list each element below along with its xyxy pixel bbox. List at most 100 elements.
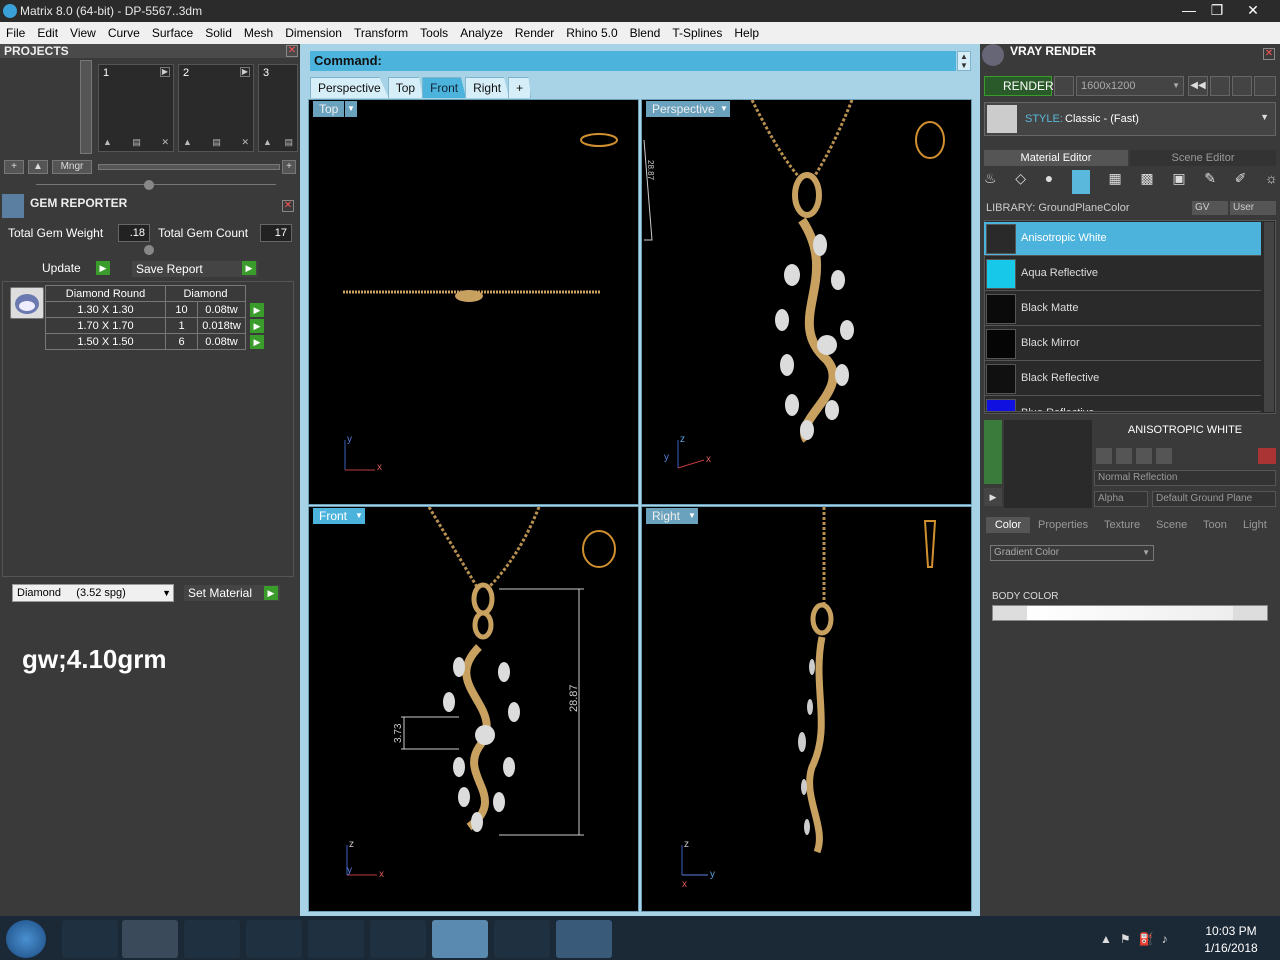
viewport-perspective[interactable]: Perspective ▼ 28.87 z x y xyxy=(641,99,972,505)
play-icon[interactable]: ▶ xyxy=(160,67,170,77)
material-item[interactable]: Anisotropic White xyxy=(984,222,1261,256)
splitter-handle[interactable] xyxy=(144,245,154,255)
tab-color[interactable]: Color xyxy=(986,517,1030,533)
ground-plane-toggle[interactable]: Default Ground Plane xyxy=(1152,491,1276,507)
material-item[interactable]: Blue Reflective xyxy=(984,397,1261,412)
menu-edit[interactable]: Edit xyxy=(31,22,64,44)
menu-tools[interactable]: Tools xyxy=(414,22,454,44)
command-bar[interactable]: Command: xyxy=(310,51,956,71)
maximize-button[interactable]: ❐ xyxy=(1202,0,1232,20)
upload-icon[interactable]: ▲ xyxy=(183,137,192,149)
texture-icon[interactable]: ▩ xyxy=(1140,170,1153,194)
viewport-top[interactable]: Top ▼ y x xyxy=(308,99,639,505)
menu-analyze[interactable]: Analyze xyxy=(454,22,509,44)
menu-blend[interactable]: Blend xyxy=(624,22,667,44)
add-slot-button[interactable]: + xyxy=(282,160,296,174)
firefox-icon[interactable] xyxy=(246,920,302,958)
upload-icon[interactable]: ▲ xyxy=(103,137,112,149)
tab-light[interactable]: Light xyxy=(1243,517,1267,533)
row-play-icon[interactable]: ▶ xyxy=(250,303,264,317)
photo-viewer-icon[interactable] xyxy=(556,920,612,958)
menu-rhino[interactable]: Rhino 5.0 xyxy=(560,22,623,44)
tab-front[interactable]: Front xyxy=(422,77,467,98)
tab-add[interactable]: + xyxy=(508,77,532,98)
checker-icon[interactable]: ▣ xyxy=(1172,170,1185,194)
tab-toon[interactable]: Toon xyxy=(1203,517,1227,533)
project-slot-2[interactable]: 2 ▶ ▲ ▤ ✕ xyxy=(178,64,254,152)
monitor-icon[interactable] xyxy=(494,920,550,958)
paint-icon[interactable]: ✎ xyxy=(1204,170,1216,194)
copy-icon[interactable] xyxy=(1116,448,1132,464)
reflection-select[interactable]: Normal Reflection xyxy=(1094,470,1276,486)
delete-icon[interactable]: ✕ xyxy=(161,137,169,149)
manager-button[interactable]: Mngr xyxy=(52,160,92,174)
gem-reporter-close-icon[interactable]: ✕ xyxy=(282,200,294,212)
save-icon[interactable]: ▤ xyxy=(212,137,221,149)
add-project-button[interactable]: + xyxy=(4,160,24,174)
projects-hscroll[interactable] xyxy=(98,164,280,170)
brush-icon[interactable]: ✐ xyxy=(1235,170,1247,194)
user-toggle[interactable]: User xyxy=(1230,201,1276,215)
import-icon[interactable] xyxy=(1136,448,1152,464)
splitter-handle[interactable] xyxy=(144,180,154,190)
viewport-front[interactable]: Front ▼ 28.87 3.73 z x y xyxy=(308,506,639,912)
up-project-button[interactable]: ▲ xyxy=(28,160,48,174)
upload-icon[interactable]: ▲ xyxy=(263,137,272,149)
rewind-icon[interactable]: ◀◀ xyxy=(1188,76,1208,96)
pattern-icon[interactable]: ▦ xyxy=(1109,170,1122,194)
save-report-button[interactable]: Save Report ▶ xyxy=(132,261,258,277)
menu-transform[interactable]: Transform xyxy=(348,22,414,44)
minimize-button[interactable]: — xyxy=(1174,0,1204,20)
gem-icon[interactable]: ◇ xyxy=(1015,170,1026,194)
tab-right[interactable]: Right xyxy=(465,77,510,98)
update-button[interactable]: Update ▶ xyxy=(42,261,112,277)
save-icon[interactable] xyxy=(1096,448,1112,464)
menu-solid[interactable]: Solid xyxy=(199,22,238,44)
list-icon[interactable] xyxy=(1232,76,1252,96)
tab-properties[interactable]: Properties xyxy=(1038,517,1088,533)
media-player-icon[interactable] xyxy=(184,920,240,958)
play-icon[interactable]: ▶ xyxy=(984,488,1002,506)
tab-material-editor[interactable]: Material Editor xyxy=(984,150,1128,166)
command-scroll[interactable]: ▲ ▼ xyxy=(957,51,971,71)
flame-icon[interactable]: ♨ xyxy=(984,170,997,194)
sphere-icon[interactable]: ● xyxy=(1045,170,1053,194)
material-item[interactable]: Black Mirror xyxy=(984,327,1261,361)
projects-close-icon[interactable]: ✕ xyxy=(286,45,298,57)
preview-collapse-icon[interactable] xyxy=(984,420,1002,484)
resolution-select[interactable]: 1600x1200 ▼ xyxy=(1076,76,1184,96)
menu-curve[interactable]: Curve xyxy=(102,22,146,44)
gv-toggle[interactable]: GV xyxy=(1192,201,1228,215)
matrix-app-icon[interactable] xyxy=(432,920,488,958)
alpha-toggle[interactable]: Alpha xyxy=(1094,491,1148,507)
grid-icon[interactable] xyxy=(1254,76,1276,96)
menu-file[interactable]: File xyxy=(0,22,31,44)
tray-icons[interactable]: ▲⚑⛽♪ xyxy=(1100,932,1176,946)
menu-render[interactable]: Render xyxy=(509,22,560,44)
clock[interactable]: 10:03 PM 1/16/2018 xyxy=(1196,924,1266,955)
save-icon[interactable]: ▤ xyxy=(132,137,141,149)
start-button-icon[interactable] xyxy=(6,920,46,958)
project-slot-3[interactable]: 3 ▲ ▤ xyxy=(258,64,298,152)
set-material-button[interactable]: Set Material ▶ xyxy=(184,585,280,601)
menu-surface[interactable]: Surface xyxy=(146,22,199,44)
viewport-right[interactable]: Right ▼ z y x xyxy=(641,506,972,912)
material-select[interactable]: Diamond (3.52 spg) ▼ xyxy=(12,584,174,602)
style-select[interactable]: STYLE: Classic - (Fast) ▼ xyxy=(984,102,1276,136)
row-play-icon[interactable]: ▶ xyxy=(250,335,264,349)
tab-texture[interactable]: Texture xyxy=(1104,517,1140,533)
material-item[interactable]: Black Reflective xyxy=(984,362,1261,396)
play-icon[interactable]: ▶ xyxy=(240,67,250,77)
body-color-gradient[interactable] xyxy=(992,605,1268,621)
light-icon[interactable]: ☼ xyxy=(1265,170,1278,194)
tab-top[interactable]: Top xyxy=(387,77,424,98)
vray-close-icon[interactable]: ✕ xyxy=(1263,48,1275,60)
eye-icon[interactable] xyxy=(1054,76,1074,96)
render-button[interactable]: RENDER xyxy=(984,76,1054,96)
row-play-icon[interactable]: ▶ xyxy=(250,319,264,333)
close-button[interactable]: ✕ xyxy=(1238,0,1268,20)
ie-icon[interactable] xyxy=(62,920,118,958)
gradient-icon[interactable] xyxy=(1071,170,1090,194)
menu-help[interactable]: Help xyxy=(728,22,765,44)
delete-icon[interactable]: ✕ xyxy=(241,137,249,149)
